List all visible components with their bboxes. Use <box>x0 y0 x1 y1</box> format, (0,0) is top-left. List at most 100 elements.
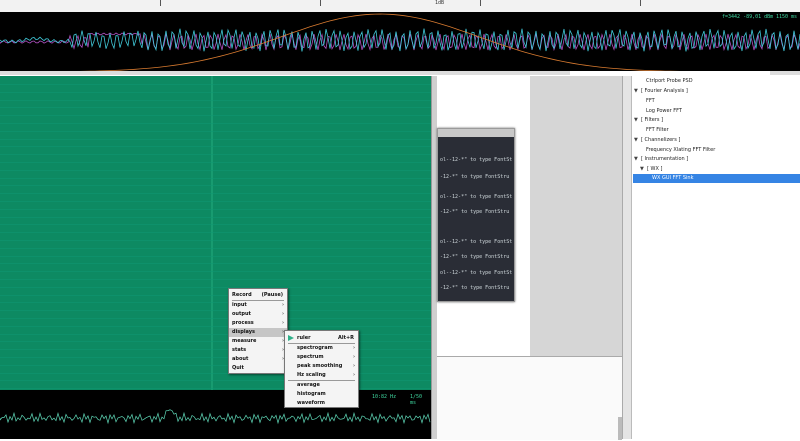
tree-item-fft-filter[interactable]: FFT Filter <box>646 126 669 135</box>
scope-scrollbar-thumb[interactable] <box>570 71 770 75</box>
oscilloscope-traces <box>0 13 800 73</box>
waterfall-row-line <box>0 372 431 374</box>
context-menu: Record (Pause) input › output › process › di… <box>228 288 288 374</box>
waterfall-row-line <box>0 333 431 335</box>
tree-category-filters[interactable]: ▼[ Filters ] <box>634 116 663 125</box>
waterfall-row-line <box>0 364 431 366</box>
waterfall-row-line <box>0 224 431 226</box>
terminal-line: -12-*" to type FontStru <box>440 285 510 291</box>
menu-item-waveform[interactable]: waveform <box>285 399 358 408</box>
ruler-shortcut: Alt+R <box>337 335 354 341</box>
terminal-window[interactable]: ol--12-*" to type FontSt -12-*" to type … <box>437 128 515 302</box>
menu-item-record[interactable]: Record (Pause) <box>229 291 287 300</box>
waterfall-row-line <box>0 302 431 304</box>
terminal-titlebar[interactable] <box>438 129 514 137</box>
waterfall-row-line <box>0 240 431 241</box>
waterfall-row-line <box>0 84 431 85</box>
waterfall-row-line <box>0 247 431 249</box>
block-library-tree[interactable]: Ctrlport Probe PSD ▼[ Fourier Analysis ]… <box>631 76 800 439</box>
waterfall-row-line <box>0 91 431 93</box>
tree-category-fourier-analysis[interactable]: ▼[ Fourier Analysis ] <box>634 87 688 96</box>
waterfall-row-line <box>0 325 431 327</box>
waterfall-row-line <box>0 177 431 179</box>
waterfall-row-line <box>0 286 431 288</box>
tree-item-ctrlport-probe-psd[interactable]: Ctrlport Probe PSD <box>646 77 693 86</box>
menu-item-quit[interactable]: Quit <box>229 364 287 373</box>
waterfall-row-line <box>0 138 431 140</box>
ruler-tick <box>480 0 481 6</box>
ruler-marker-label: 1dB <box>435 0 445 6</box>
spectrum-view[interactable]: 10:82 Hz 1/50 ms <box>0 390 431 439</box>
gray-window-pane <box>530 76 622 356</box>
menu-item-about[interactable]: about › <box>229 355 287 364</box>
submenu-arrow-icon: › <box>281 320 284 326</box>
waterfall-row-line <box>0 318 431 319</box>
menu-item-process[interactable]: process › <box>229 319 287 328</box>
scope-trace-line <box>0 13 800 73</box>
waterfall-row-line <box>0 310 431 312</box>
expand-arrow-icon[interactable]: ▼ <box>634 116 641 125</box>
ruler-tick <box>320 0 321 6</box>
waterfall-row-line <box>0 263 431 265</box>
middle-scrollbar[interactable] <box>622 76 631 439</box>
spectrum-frequency-readout: 10:82 Hz <box>372 394 397 400</box>
submenu-arrow-icon: › <box>281 302 284 308</box>
displays-submenu: ruler Alt+R spectrogram › spectrum › peak s… <box>284 330 359 408</box>
waterfall-row-line <box>0 279 431 280</box>
menu-item-spectrogram[interactable]: spectrogram › <box>285 344 358 353</box>
waterfall-row-line <box>0 232 431 234</box>
expand-arrow-icon[interactable]: ▼ <box>634 87 641 96</box>
tree-item-fft[interactable]: FFT <box>646 97 655 106</box>
spectrogram-waterfall[interactable] <box>0 76 431 390</box>
waterfall-row-line <box>0 380 431 382</box>
terminal-line: -12-*" to type FontStru <box>440 174 510 180</box>
checkmark-icon <box>288 334 294 341</box>
waterfall-row-line <box>0 146 431 148</box>
tree-category-instrumentation[interactable]: ▼[ Instrumentation ] <box>634 155 688 164</box>
ruler-tick <box>640 0 641 6</box>
terminal-line: -12-*" to type FontStru <box>440 209 510 215</box>
menu-item-input[interactable]: input › <box>229 301 287 310</box>
submenu-arrow-icon: › <box>281 311 284 317</box>
submenu-arrow-icon: › <box>352 345 355 351</box>
waterfall-row-line <box>0 193 431 195</box>
spectrum-time-readout: 1/50 ms <box>410 394 423 406</box>
menu-item-peak-smoothing[interactable]: peak smoothing › <box>285 362 358 371</box>
expand-arrow-icon[interactable]: ▼ <box>640 165 647 174</box>
menu-item-average[interactable]: average <box>285 381 358 390</box>
waterfall-row-line <box>0 255 431 257</box>
tree-item-log-power-fft[interactable]: Log Power FFT <box>646 107 682 116</box>
expand-arrow-icon[interactable]: ▼ <box>634 155 641 164</box>
oscilloscope-view[interactable]: f=3442 -89,01 dBm 1150 ms <box>0 12 800 74</box>
menu-item-displays[interactable]: displays › <box>229 328 287 337</box>
submenu-arrow-icon: › <box>352 363 355 369</box>
terminal-line: ol--12-*" to type FontSt <box>440 157 513 163</box>
waterfall-row-line <box>0 130 431 132</box>
submenu-arrow-icon: › <box>352 372 355 378</box>
menu-item-histogram[interactable]: histogram <box>285 390 358 399</box>
menu-item-measure[interactable]: measure › <box>229 337 287 346</box>
menu-item-stats[interactable]: stats › <box>229 346 287 355</box>
waterfall-row-line <box>0 162 431 163</box>
tree-item-wx-gui-fft-sink[interactable]: WX GUI FFT Sink <box>633 174 800 183</box>
waterfall-row-line <box>0 216 431 218</box>
menu-item-ruler[interactable]: ruler Alt+R <box>285 334 358 343</box>
waterfall-row-line <box>0 154 431 156</box>
ruler-tick <box>160 0 161 6</box>
terminal-line: -12-*" to type FontStru <box>440 254 510 260</box>
tree-category-wx[interactable]: ▼[ WX ] <box>640 165 662 174</box>
menu-item-output[interactable]: output › <box>229 310 287 319</box>
tree-item-frequency-xlating-fft-filter[interactable]: Frequency Xlating FFT Filter <box>646 146 715 155</box>
tree-category-channelizers[interactable]: ▼[ Channelizers ] <box>634 136 680 145</box>
expand-arrow-icon[interactable]: ▼ <box>634 136 641 145</box>
waterfall-row-line <box>0 107 431 109</box>
waterfall-row-line <box>0 115 431 117</box>
menu-item-hz-scaling[interactable]: Hz scaling › <box>285 371 358 380</box>
scope-scrollbar[interactable] <box>0 71 800 75</box>
waterfall-row-line <box>0 208 431 210</box>
submenu-arrow-icon: › <box>352 354 355 360</box>
waterfall-row-line <box>0 169 431 171</box>
lower-window-pane <box>437 356 622 440</box>
menu-item-spectrum[interactable]: spectrum › <box>285 353 358 362</box>
waterfall-row-line <box>0 123 431 124</box>
